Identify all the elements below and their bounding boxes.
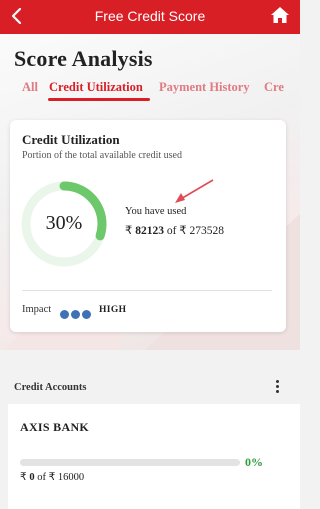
header-title: Free Credit Score <box>94 8 206 24</box>
impact-label: Impact <box>22 304 52 315</box>
impact-dot <box>71 310 80 319</box>
rupee-symbol: ₹ <box>179 225 187 237</box>
account-used: 0 <box>29 472 35 483</box>
pointer-arrow-icon <box>175 179 214 203</box>
used-label: You have used <box>125 206 187 217</box>
card-subtitle: Portion of the total available credit us… <box>22 150 182 161</box>
tab-bar: All Credit Utilization Payment History C… <box>0 80 300 104</box>
tab-all[interactable]: All <box>22 80 38 95</box>
tab-payment-history[interactable]: Payment History <box>159 80 250 95</box>
divider <box>22 290 272 291</box>
of-text: of <box>166 225 177 237</box>
credit-utilization-card: Credit Utilization Portion of the total … <box>10 120 286 332</box>
used-amount: 82123 <box>135 225 164 237</box>
card-title: Credit Utilization <box>22 132 120 147</box>
account-card[interactable]: AXIS BANK 0% ₹ 0 of ₹ 16000 <box>8 404 300 509</box>
tab-credit-utilization[interactable]: Credit Utilization <box>49 80 143 95</box>
rupee-symbol: ₹ <box>48 472 56 483</box>
account-usage-percent: 0% <box>245 455 263 469</box>
app-header: Free Credit Score <box>0 0 300 34</box>
impact-level: HIGH <box>99 305 127 315</box>
rupee-symbol: ₹ <box>125 225 133 237</box>
used-summary: ₹ 82123 of ₹ 273528 <box>125 223 224 237</box>
rupee-symbol: ₹ <box>20 472 27 483</box>
of-text: of <box>37 472 46 483</box>
kebab-menu-icon[interactable] <box>276 380 280 396</box>
home-icon[interactable] <box>270 6 290 24</box>
account-name: AXIS BANK <box>20 420 90 434</box>
account-usage-bar <box>20 459 240 466</box>
utilization-percent: 30% <box>45 212 83 234</box>
active-tab-indicator <box>48 98 150 101</box>
credit-accounts-heading: Credit Accounts <box>14 382 87 393</box>
impact-dots <box>60 306 93 324</box>
account-limit: 16000 <box>57 472 85 483</box>
account-amount: ₹ 0 of ₹ 16000 <box>20 471 84 483</box>
page-title: Score Analysis <box>14 46 153 71</box>
impact-dot <box>60 310 69 319</box>
total-amount: 273528 <box>189 225 225 237</box>
impact-dot <box>82 310 91 319</box>
tab-credit-overflow[interactable]: Cre <box>264 80 284 95</box>
